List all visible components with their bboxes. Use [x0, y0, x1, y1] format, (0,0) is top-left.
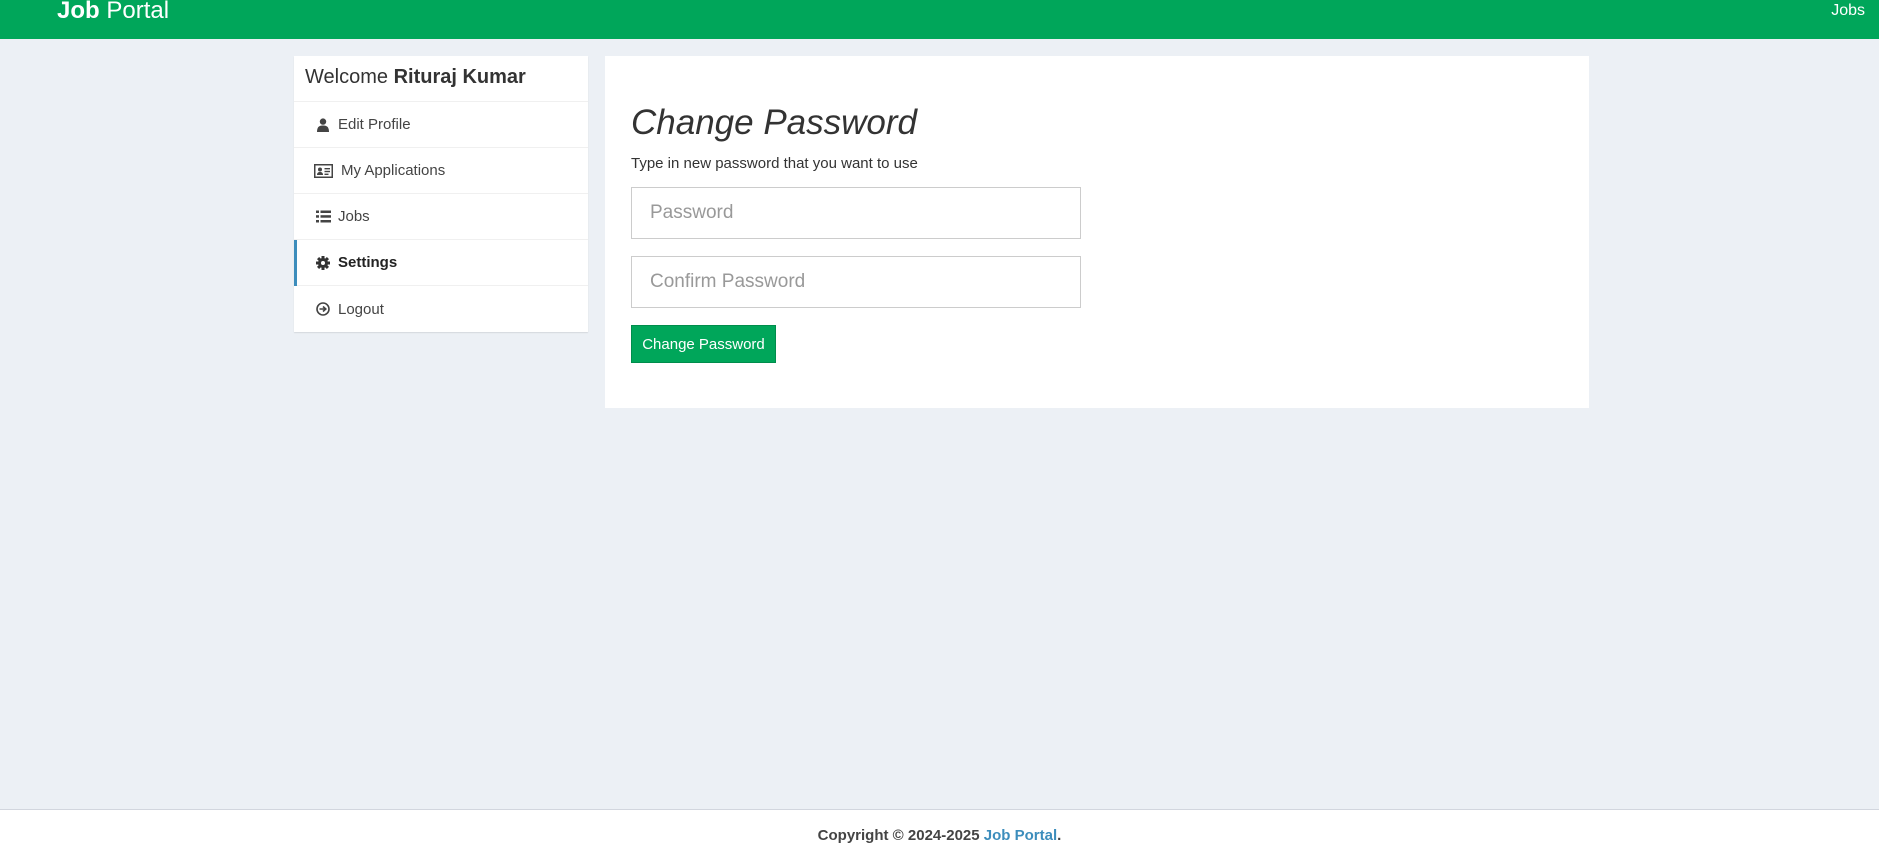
sidebar-item-jobs[interactable]: Jobs: [294, 194, 588, 240]
page-title: Change Password: [631, 103, 917, 142]
welcome-prefix: Welcome: [305, 66, 388, 88]
brand-logo[interactable]: Job Portal: [57, 0, 169, 24]
sidebar-item-edit-profile[interactable]: Edit Profile: [294, 102, 588, 148]
copyright-text: Copyright © 2024-2025: [817, 827, 980, 844]
sidebar-item-label: Logout: [338, 300, 384, 318]
gear-icon: [313, 255, 333, 271]
sidebar-item-label: Settings: [338, 254, 398, 271]
confirm-password-input[interactable]: [631, 256, 1081, 308]
top-navbar: Job Portal Jobs: [0, 0, 1879, 39]
id-card-icon: [313, 163, 333, 179]
sidebar-item-logout[interactable]: Logout: [294, 286, 588, 332]
page-subtitle: Type in new password that you want to us…: [631, 155, 918, 172]
welcome-header: Welcome Rituraj Kumar: [294, 56, 588, 102]
sidebar-item-label: My Applications: [341, 162, 446, 179]
list-icon: [313, 209, 333, 225]
brand-bold: Job: [57, 0, 100, 24]
sidebar-item-label: Edit Profile: [338, 116, 411, 133]
sidebar-item-label: Jobs: [338, 208, 370, 225]
brand-light: Portal: [106, 0, 170, 24]
footer: Copyright © 2024-2025 Job Portal.: [0, 809, 1879, 857]
footer-suffix: .: [1057, 827, 1062, 844]
change-password-panel: Change Password Type in new password tha…: [605, 56, 1589, 408]
change-password-button[interactable]: Change Password: [631, 325, 776, 363]
user-icon: [313, 117, 333, 133]
sidebar-item-settings[interactable]: Settings: [294, 240, 588, 286]
nav-link-jobs[interactable]: Jobs: [1831, 2, 1865, 20]
sidebar: Welcome Rituraj Kumar Edit Profile My Ap…: [294, 56, 588, 332]
user-name: Rituraj Kumar: [393, 66, 526, 88]
logout-icon: [313, 301, 333, 317]
sidebar-item-my-applications[interactable]: My Applications: [294, 148, 588, 194]
password-input[interactable]: [631, 187, 1081, 239]
footer-link-job-portal[interactable]: Job Portal: [984, 827, 1057, 844]
